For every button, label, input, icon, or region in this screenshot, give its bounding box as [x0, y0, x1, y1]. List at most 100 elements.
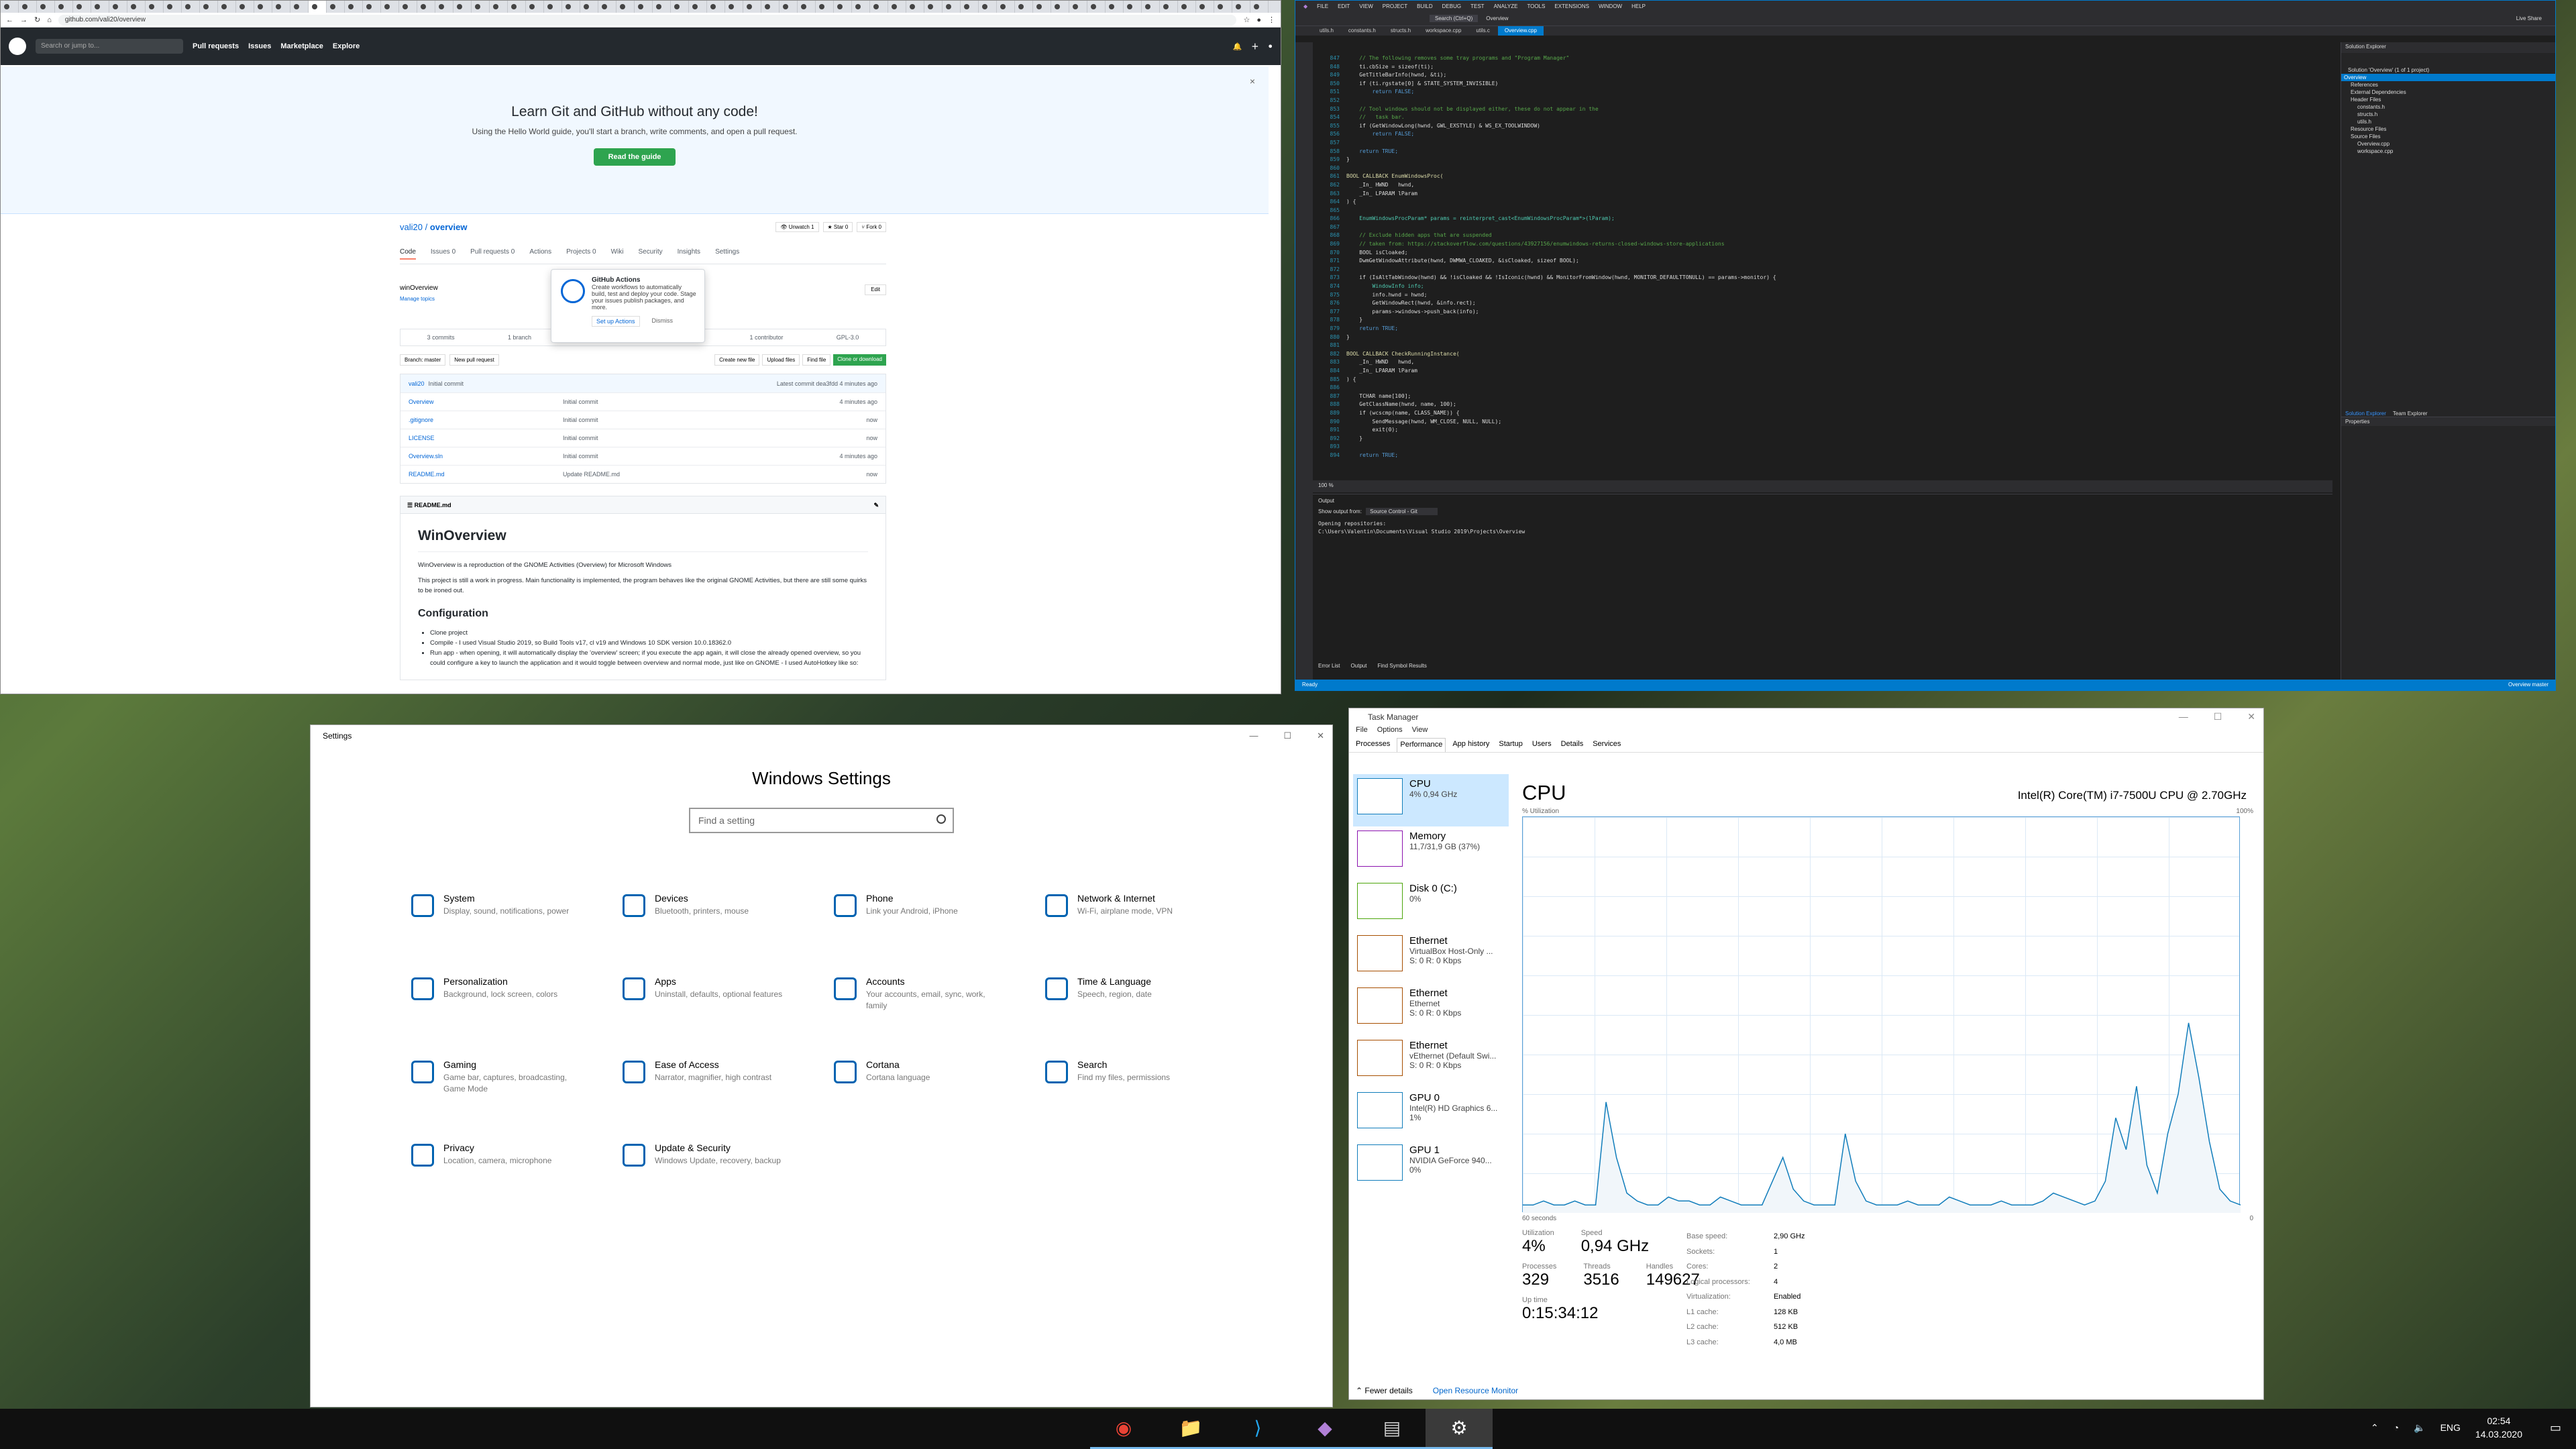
vs-menu-item[interactable]: HELP	[1631, 3, 1646, 9]
vs-menu-item[interactable]: EXTENSIONS	[1554, 3, 1589, 9]
minimize-icon[interactable]: —	[1249, 731, 1258, 741]
browser-tab[interactable]	[635, 1, 653, 13]
browser-tab[interactable]	[109, 1, 127, 13]
browser-tab[interactable]	[707, 1, 725, 13]
file-name-link[interactable]: .gitignore	[409, 417, 563, 423]
settings-search-input[interactable]: Find a setting	[689, 808, 954, 833]
solution-item[interactable]: workspace.cpp	[2341, 148, 2555, 155]
browser-tab[interactable]	[888, 1, 906, 13]
close-icon[interactable]: ✕	[1317, 731, 1324, 741]
browser-tab[interactable]	[290, 1, 309, 13]
browser-tab[interactable]	[37, 1, 55, 13]
branch-select[interactable]: Branch: master	[400, 354, 446, 366]
profile-avatar[interactable]: ●	[1256, 16, 1261, 24]
browser-tab[interactable]	[1232, 1, 1250, 13]
vs-document-tab[interactable]: workspace.cpp	[1419, 26, 1468, 36]
vs-document-tab[interactable]: constants.h	[1342, 26, 1383, 36]
minimize-icon[interactable]: —	[2179, 711, 2188, 722]
plus-icon[interactable]: ＋	[1251, 41, 1258, 52]
resource-monitor-link[interactable]: Open Resource Monitor	[1433, 1386, 1518, 1395]
file-name-link[interactable]: LICENSE	[409, 435, 563, 441]
tm-menu-item[interactable]: File	[1356, 726, 1368, 738]
repo-owner-link[interactable]: vali20	[400, 222, 423, 232]
repo-name-link[interactable]: overview	[430, 222, 468, 232]
vs-document-tab[interactable]: structs.h	[1384, 26, 1417, 36]
browser-tab[interactable]	[580, 1, 598, 13]
browser-tab[interactable]	[1087, 1, 1106, 13]
vs-document-tab[interactable]: utils.h	[1313, 26, 1340, 36]
fewer-details-button[interactable]: ⌃ Fewer details	[1356, 1386, 1413, 1395]
browser-tab[interactable]	[653, 1, 671, 13]
browser-tab[interactable]	[1250, 1, 1269, 13]
vs-menu-item[interactable]: TOOLS	[1527, 3, 1545, 9]
browser-tab[interactable]	[399, 1, 417, 13]
browser-tab[interactable]	[598, 1, 616, 13]
taskbar-app-task-manager[interactable]: ▤	[1358, 1409, 1426, 1449]
settings-tile[interactable]: Network & Internet Wi-Fi, airplane mode, …	[1045, 893, 1256, 941]
perf-sidebar-item[interactable]: CPU 4% 0,94 GHz	[1353, 774, 1509, 826]
taskbar-app-visual-studio[interactable]: ◆	[1291, 1409, 1358, 1449]
close-icon[interactable]: ×	[1250, 76, 1255, 87]
tm-tab[interactable]: Users	[1529, 738, 1554, 752]
edit-button[interactable]: Edit	[865, 284, 886, 295]
browser-tab[interactable]	[472, 1, 490, 13]
close-icon[interactable]: ✕	[2247, 711, 2255, 722]
browser-tab[interactable]	[1124, 1, 1142, 13]
browser-tab[interactable]	[55, 1, 73, 13]
taskbar-app-settings[interactable]: ⚙	[1426, 1409, 1493, 1449]
vs-menu-item[interactable]: TEST	[1470, 3, 1484, 9]
read-guide-button[interactable]: Read the guide	[593, 148, 676, 166]
url-field[interactable]: github.com/vali20/overview	[58, 14, 1237, 25]
perf-sidebar-item[interactable]: Ethernet VirtualBox Host-Only ... S: 0 R: …	[1353, 931, 1509, 983]
nav-marketplace[interactable]: Marketplace	[280, 42, 323, 50]
settings-tile[interactable]: System Display, sound, notifications, pow…	[411, 893, 623, 941]
browser-tab[interactable]	[1196, 1, 1214, 13]
settings-tile[interactable]: Ease of Access Narrator, magnifier, high …	[623, 1059, 834, 1108]
browser-tab[interactable]	[689, 1, 707, 13]
settings-tile[interactable]: Devices Bluetooth, printers, mouse	[623, 893, 834, 941]
tm-tab[interactable]: Startup	[1496, 738, 1525, 752]
tm-menu-item[interactable]: View	[1412, 726, 1428, 738]
vs-menu-item[interactable]: ANALYZE	[1494, 3, 1518, 9]
tab-output[interactable]: Output	[1350, 662, 1366, 670]
browser-tab[interactable]	[417, 1, 435, 13]
browser-tab[interactable]	[164, 1, 182, 13]
vs-menu-item[interactable]: EDIT	[1338, 3, 1350, 9]
repo-stat[interactable]: 1 branch	[508, 334, 531, 341]
browser-tab[interactable]	[182, 1, 200, 13]
vs-document-tab[interactable]: Overview.cpp	[1497, 26, 1544, 36]
browser-tab[interactable]	[852, 1, 870, 13]
file-name-link[interactable]: Overview.sln	[409, 453, 563, 460]
perf-sidebar-item[interactable]: Memory 11,7/31,9 GB (37%)	[1353, 826, 1509, 879]
create-file-button[interactable]: Create new file	[714, 354, 760, 366]
perf-sidebar-item[interactable]: GPU 0 Intel(R) HD Graphics 6... 1%	[1353, 1088, 1509, 1140]
tm-tab[interactable]: Services	[1590, 738, 1623, 752]
file-name-link[interactable]: Overview	[409, 398, 563, 405]
vs-menu-item[interactable]: DEBUG	[1442, 3, 1461, 9]
browser-tab[interactable]	[1142, 1, 1160, 13]
nav-issues[interactable]: Issues	[248, 42, 271, 50]
perf-sidebar-item[interactable]: GPU 1 NVIDIA GeForce 940... 0%	[1353, 1140, 1509, 1193]
vs-menu-item[interactable]: WINDOW	[1599, 3, 1622, 9]
browser-tab[interactable]	[671, 1, 689, 13]
browser-tab[interactable]	[1106, 1, 1124, 13]
file-commit-message[interactable]: Initial commit	[563, 435, 866, 441]
browser-tab[interactable]	[1178, 1, 1196, 13]
browser-tab[interactable]	[997, 1, 1015, 13]
github-search-input[interactable]: Search or jump to...	[36, 39, 183, 54]
taskbar-app-chrome[interactable]: ◉	[1090, 1409, 1157, 1449]
perf-sidebar-item[interactable]: Ethernet vEthernet (Default Swi... S: 0 R:…	[1353, 1036, 1509, 1088]
browser-tab[interactable]	[1214, 1, 1232, 13]
vs-search-box[interactable]: Search (Ctrl+Q)	[1430, 15, 1479, 22]
browser-tab[interactable]	[236, 1, 254, 13]
browser-tab[interactable]	[1015, 1, 1033, 13]
browser-tab[interactable]	[761, 1, 780, 13]
browser-tab[interactable]	[834, 1, 852, 13]
browser-tab[interactable]	[906, 1, 924, 13]
maximize-icon[interactable]: ☐	[1283, 731, 1291, 741]
browser-tab[interactable]	[1160, 1, 1178, 13]
repo-tab[interactable]: Insights	[678, 248, 700, 260]
settings-tile[interactable]: Phone Link your Android, iPhone	[834, 893, 1045, 941]
browser-tab[interactable]	[490, 1, 508, 13]
perf-sidebar-item[interactable]: Ethernet Ethernet S: 0 R: 0 Kbps	[1353, 983, 1509, 1036]
